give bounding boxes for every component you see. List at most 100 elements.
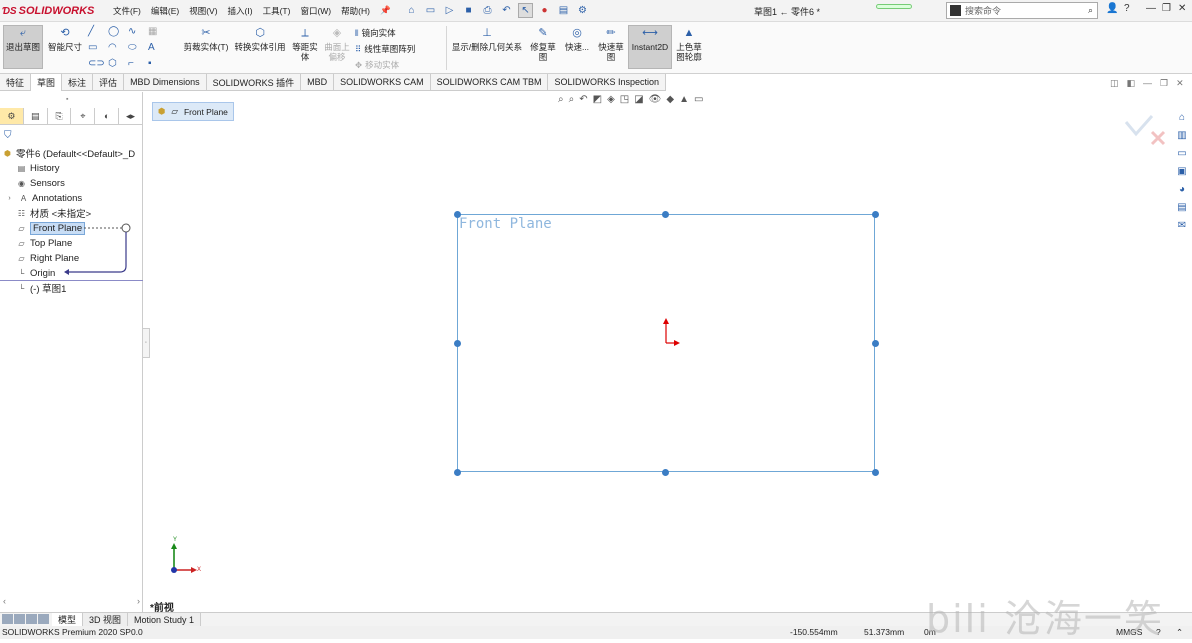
feature-tree-tab-icon[interactable]: ⚙	[0, 108, 24, 124]
breadcrumb[interactable]: ⬢ ▱ Front Plane	[152, 102, 234, 121]
plane-handle[interactable]	[454, 469, 461, 476]
spline-icon[interactable]: ∿	[128, 26, 148, 38]
tab-motion-study[interactable]: Motion Study 1	[128, 613, 202, 626]
viewport-restore-icon[interactable]: ❐	[1160, 78, 1168, 89]
nav-first-icon[interactable]	[2, 613, 13, 624]
view-orientation-icon[interactable]: ◳	[620, 94, 629, 105]
user-icon[interactable]: 👤	[1106, 3, 1118, 14]
viewport-minimize-icon[interactable]: —	[1143, 78, 1152, 89]
solidworks-logo[interactable]: ƊS SOLIDWORKS	[2, 2, 96, 20]
view-palette-icon[interactable]: ▣	[1175, 164, 1190, 179]
tab-mbd[interactable]: MBD	[301, 74, 335, 91]
zoom-to-fit-icon[interactable]: ⌕	[558, 94, 564, 105]
panel-splitter-handle[interactable]: ◦	[142, 328, 150, 358]
view-settings-icon[interactable]: ▭	[694, 94, 703, 105]
menu-insert[interactable]: 插入(I)	[223, 5, 258, 17]
tree-item-annotations[interactable]: › A Annotations	[4, 191, 82, 205]
restore-icon[interactable]: ❐	[1162, 3, 1171, 14]
tab-solidworks-cam[interactable]: SOLIDWORKS CAM	[334, 74, 431, 91]
nav-prev-icon[interactable]	[14, 613, 25, 624]
tile-2-icon[interactable]: ◧	[1127, 78, 1136, 89]
tree-horizontal-scrollbar[interactable]: ‹ ›	[0, 596, 143, 608]
part-breadcrumb-icon[interactable]: ⬢	[158, 106, 165, 117]
offset-on-surface-button[interactable]: ◈ 曲面上偏移	[322, 26, 352, 63]
menu-file[interactable]: 文件(F)	[108, 5, 146, 17]
appearances-icon[interactable]: ◕	[1175, 182, 1190, 197]
tree-item-sensors[interactable]: ◉ Sensors	[16, 176, 65, 190]
tree-item-material[interactable]: ☷ 材质 <未指定>	[16, 206, 91, 221]
tabs-scroll-icon[interactable]: ◂▸	[119, 108, 143, 124]
search-scope-icon[interactable]	[950, 5, 961, 16]
tab-sketch[interactable]: 草图	[31, 74, 63, 91]
confirm-check-icon[interactable]	[1124, 115, 1154, 137]
exit-sketch-button[interactable]: ⤶ 退出草图	[3, 25, 43, 69]
polygon-icon[interactable]: ⬡	[108, 58, 128, 70]
configuration-manager-tab-icon[interactable]: ⎘	[48, 108, 72, 124]
print-icon[interactable]: ⎙	[480, 3, 495, 18]
undo-icon[interactable]: ↶	[499, 3, 514, 18]
linear-pattern-button[interactable]: ⠿ 线性草图阵列	[355, 43, 415, 55]
nav-last-icon[interactable]	[38, 613, 49, 624]
display-manager-tab-icon[interactable]: ◐	[95, 108, 120, 124]
close-icon[interactable]: ✕	[1178, 3, 1186, 14]
tile-icon[interactable]: ◫	[1110, 78, 1119, 89]
plane-handle[interactable]	[872, 469, 879, 476]
display-relations-button[interactable]: ⊥ 显示/删除几何关系	[450, 26, 524, 53]
search-commands-input[interactable]: 搜索命令 ⌕	[946, 2, 1098, 19]
plane-handle[interactable]	[872, 211, 879, 218]
nav-next-icon[interactable]	[26, 613, 37, 624]
tab-evaluate[interactable]: 评估	[93, 74, 125, 91]
status-expand-icon[interactable]: ⌃	[1176, 627, 1183, 638]
forum-icon[interactable]: ✉	[1175, 218, 1190, 233]
previous-view-icon[interactable]: ↶	[579, 94, 587, 105]
apply-scene-icon[interactable]: ▲	[679, 94, 689, 105]
slot-icon[interactable]: ⊂⊃	[88, 58, 108, 70]
shaded-sketch-button[interactable]: ▲ 上色草图轮廓	[674, 26, 704, 63]
tab-solidworks-addins[interactable]: SOLIDWORKS 插件	[206, 74, 302, 91]
menu-view[interactable]: 视图(V)	[184, 5, 222, 17]
repair-sketch-button[interactable]: ✎ 修复草图	[528, 26, 558, 63]
trim-entities-button[interactable]: ✂ 剪裁实体(T)	[182, 26, 230, 53]
expand-arrow-icon[interactable]: ›	[4, 193, 15, 204]
menu-edit[interactable]: 编辑(E)	[146, 5, 184, 17]
edit-appearance-icon[interactable]: ◆	[666, 94, 674, 105]
custom-properties-icon[interactable]: ▤	[1175, 200, 1190, 215]
dynamic-annotation-icon[interactable]: ◈	[607, 94, 615, 105]
tab-solidworks-cam-tbm[interactable]: SOLIDWORKS CAM TBM	[430, 74, 549, 91]
file-explorer-icon[interactable]: ▭	[1175, 146, 1190, 161]
line-icon[interactable]: ╱	[88, 26, 108, 38]
sketch-origin-icon[interactable]	[660, 316, 684, 348]
rectangle-icon[interactable]: ▭	[88, 42, 108, 54]
open-icon[interactable]: ▷	[442, 3, 457, 18]
tree-root-part[interactable]: ⬢ 零件6 (Default<<Default>_D	[2, 146, 135, 161]
tab-solidworks-inspection[interactable]: SOLIDWORKS Inspection	[548, 74, 667, 91]
hide-show-items-icon[interactable]: 👁	[649, 94, 662, 105]
arc-icon[interactable]: ◠	[108, 42, 128, 54]
plane-handle[interactable]	[662, 211, 669, 218]
text-icon[interactable]: A	[148, 42, 168, 54]
cancel-x-icon[interactable]	[1150, 130, 1166, 146]
quick-snaps-button[interactable]: ◎ 快速...	[562, 26, 592, 53]
plane-handle[interactable]	[872, 340, 879, 347]
sketch-picture-icon[interactable]: ▦	[148, 26, 168, 38]
viewport-close-icon[interactable]: ✕	[1176, 78, 1184, 89]
scroll-right-icon[interactable]: ›	[137, 596, 140, 608]
filter-icon[interactable]: ⛉	[4, 130, 12, 141]
rapid-sketch-button[interactable]: ✏ 快速草图	[596, 26, 626, 63]
zoom-to-area-icon[interactable]: ⌕	[569, 94, 575, 105]
display-style-icon[interactable]: ◪	[634, 94, 643, 105]
smart-dimension-button[interactable]: ⟲ 智能尺寸	[46, 26, 84, 53]
instant2d-button[interactable]: ⟷ Instant2D	[628, 25, 672, 69]
save-icon[interactable]: ■	[461, 3, 476, 18]
design-library-icon[interactable]: ▥	[1175, 128, 1190, 143]
new-document-icon[interactable]: ▭	[423, 3, 438, 18]
section-view-icon[interactable]: ◩	[593, 94, 602, 105]
plane-handle[interactable]	[662, 469, 669, 476]
tree-item-sketch1[interactable]: └ (-) 草图1	[16, 281, 67, 296]
tab-model[interactable]: 模型	[52, 613, 84, 626]
tab-mbd-dimensions[interactable]: MBD Dimensions	[124, 74, 207, 91]
tree-item-origin[interactable]: └ Origin	[16, 266, 56, 280]
menu-help[interactable]: 帮助(H)	[336, 5, 375, 17]
convert-entities-button[interactable]: ⬡ 转换实体引用	[233, 26, 287, 53]
search-icon[interactable]: ⌕	[1088, 5, 1093, 16]
